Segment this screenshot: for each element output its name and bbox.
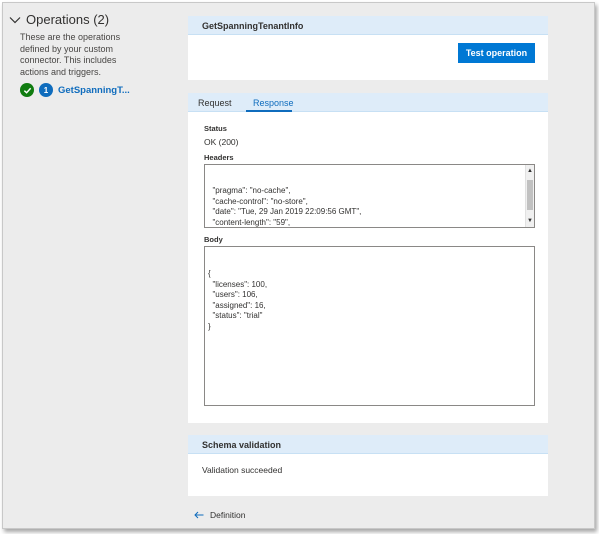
- schema-validation-result: Validation succeeded: [202, 465, 283, 475]
- definition-label[interactable]: Definition: [210, 510, 245, 520]
- request-response-tabs: Request Response: [188, 93, 548, 112]
- check-circle-icon: [20, 83, 34, 97]
- operations-description: These are the operations defined by your…: [20, 32, 121, 77]
- response-card: Request Response Status OK (200) Headers…: [188, 93, 548, 423]
- operation-name[interactable]: GetSpanningT...: [58, 85, 130, 96]
- body-textbox[interactable]: { "licenses": 100, "users": 106, "assign…: [204, 246, 535, 406]
- test-operation-button[interactable]: Test operation: [458, 43, 535, 63]
- arrow-left-icon: [194, 511, 204, 519]
- definition-link[interactable]: Definition: [194, 510, 245, 520]
- scroll-up-arrow-icon[interactable]: ▲: [527, 166, 533, 177]
- schema-validation-card: Schema validation Validation succeeded: [188, 435, 548, 496]
- operation-item[interactable]: 1 GetSpanningT...: [20, 83, 130, 97]
- operation-card-title: GetSpanningTenantInfo: [188, 16, 548, 35]
- operation-card: GetSpanningTenantInfo Test operation: [188, 16, 548, 80]
- headers-scrollbar[interactable]: ▲ ▼: [525, 165, 534, 227]
- operation-number-badge: 1: [39, 83, 53, 97]
- headers-textbox[interactable]: "pragma": "no-cache", "cache-control": "…: [204, 164, 535, 228]
- chevron-down-icon[interactable]: [9, 14, 21, 26]
- custom-connector-test-panel: Operations (2) These are the operations …: [2, 2, 595, 529]
- tab-request[interactable]: Request: [198, 98, 232, 108]
- headers-content: "pragma": "no-cache", "cache-control": "…: [212, 186, 362, 227]
- operations-title: Operations (2): [26, 12, 110, 27]
- operations-header[interactable]: Operations (2): [9, 12, 109, 27]
- body-label: Body: [204, 235, 223, 244]
- scroll-down-arrow-icon[interactable]: ▼: [527, 216, 533, 227]
- tab-response[interactable]: Response: [253, 98, 294, 108]
- status-value: OK (200): [204, 137, 239, 147]
- scroll-thumb[interactable]: [527, 180, 533, 210]
- schema-validation-title: Schema validation: [188, 435, 548, 454]
- active-tab-indicator: [246, 110, 292, 112]
- headers-label: Headers: [204, 153, 234, 162]
- status-label: Status: [204, 124, 227, 133]
- body-content: { "licenses": 100, "users": 106, "assign…: [208, 269, 268, 331]
